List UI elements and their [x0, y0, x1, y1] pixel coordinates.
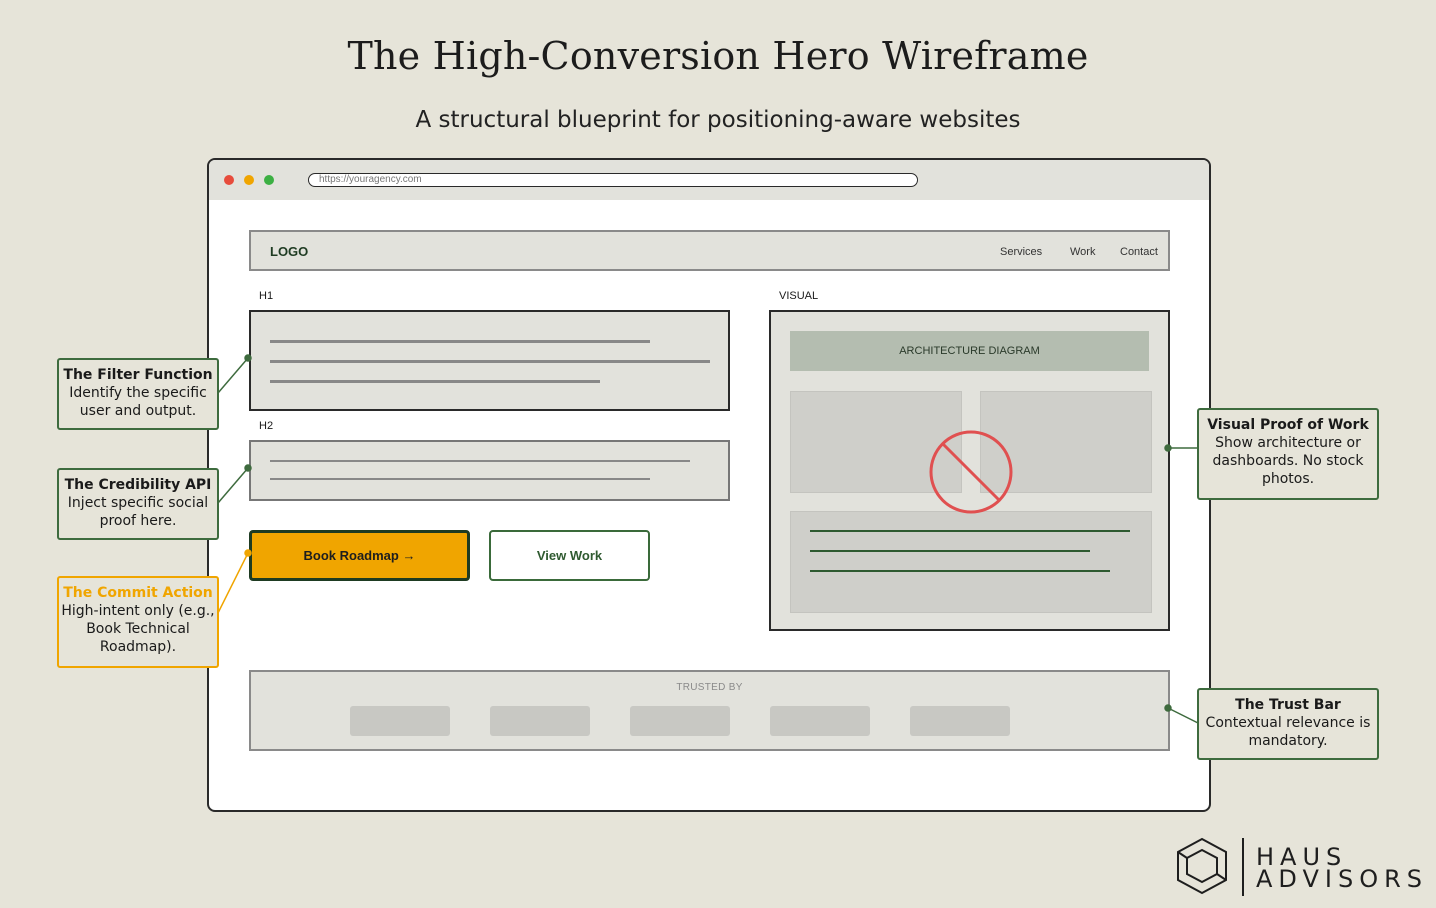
content-placeholder — [790, 511, 1152, 613]
book-roadmap-button[interactable]: Book Roadmap → — [249, 530, 470, 581]
browser-window: https://youragency.com LOGO Services Wor… — [207, 158, 1211, 812]
callout-body: High-intent only (e.g., Book Technical R… — [61, 603, 215, 655]
callout-title: The Trust Bar — [1235, 697, 1341, 713]
nav-link-work[interactable]: Work — [1070, 246, 1095, 258]
client-logo-placeholder — [910, 706, 1010, 736]
callout-body: Inject specific social proof here. — [67, 495, 209, 529]
haus-advisors-logo-icon — [1177, 837, 1227, 895]
address-bar[interactable]: https://youragency.com — [308, 173, 918, 187]
text-line — [810, 550, 1090, 552]
architecture-diagram-bar: ARCHITECTURE DIAGRAM — [790, 331, 1149, 371]
callout-title: The Commit Action — [63, 585, 213, 601]
client-logo-placeholder — [770, 706, 870, 736]
client-logo-placeholder — [350, 706, 450, 736]
h2-label: H2 — [259, 420, 274, 432]
page-title: The High-Conversion Hero Wireframe — [347, 34, 1089, 78]
nav-link-services[interactable]: Services — [1000, 246, 1042, 258]
trusted-by-label: TRUSTED BY — [676, 682, 743, 693]
h1-label: H1 — [259, 290, 274, 302]
brand-divider — [1242, 838, 1244, 896]
h2-placeholder — [249, 440, 730, 501]
text-line — [270, 360, 710, 363]
maximize-dot-icon[interactable] — [264, 175, 274, 185]
callout-credibility-api: The Credibility API Inject specific soci… — [57, 468, 219, 540]
client-logo-placeholder — [490, 706, 590, 736]
h1-placeholder — [249, 310, 730, 411]
page-subtitle: A structural blueprint for positioning-a… — [415, 107, 1021, 133]
close-dot-icon[interactable] — [224, 175, 234, 185]
site-nav: LOGO Services Work Contact — [249, 230, 1170, 271]
callout-title: Visual Proof of Work — [1207, 417, 1369, 433]
text-line — [270, 478, 650, 480]
text-line — [270, 380, 600, 383]
callout-filter-function: The Filter Function Identify the specifi… — [57, 358, 219, 430]
text-line — [810, 570, 1110, 572]
callout-title: The Filter Function — [63, 367, 213, 383]
no-stock-photo-icon — [929, 430, 1013, 514]
callout-commit-action: The Commit Action High-intent only (e.g.… — [57, 576, 219, 668]
minimize-dot-icon[interactable] — [244, 175, 254, 185]
browser-toolbar: https://youragency.com — [209, 160, 1209, 200]
text-line — [270, 340, 650, 343]
view-work-button[interactable]: View Work — [489, 530, 650, 581]
visual-label: VISUAL — [779, 290, 819, 302]
brand-name-line2: ADVISORS — [1256, 865, 1429, 893]
nav-link-contact[interactable]: Contact — [1120, 246, 1158, 258]
callout-trust-bar: The Trust Bar Contextual relevance is ma… — [1197, 688, 1379, 760]
site-logo[interactable]: LOGO — [270, 244, 308, 259]
callout-visual-proof: Visual Proof of Work Show architecture o… — [1197, 408, 1379, 500]
visual-placeholder: ARCHITECTURE DIAGRAM — [769, 310, 1170, 631]
callout-body: Contextual relevance is mandatory. — [1205, 715, 1371, 749]
trust-bar: TRUSTED BY — [249, 670, 1170, 751]
callout-title: The Credibility API — [64, 477, 212, 493]
callout-body: Show architecture or dashboards. No stoc… — [1212, 435, 1364, 487]
text-line — [270, 460, 690, 462]
text-line — [810, 530, 1130, 532]
client-logo-placeholder — [630, 706, 730, 736]
callout-body: Identify the specific user and output. — [69, 385, 207, 419]
